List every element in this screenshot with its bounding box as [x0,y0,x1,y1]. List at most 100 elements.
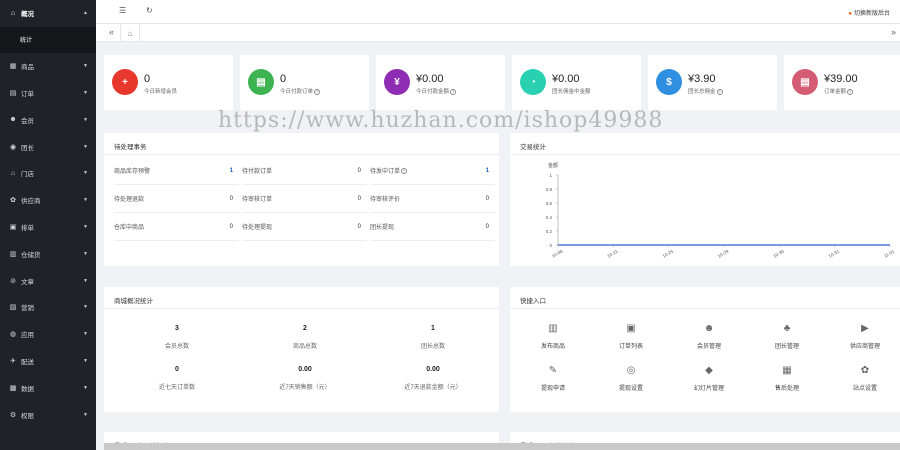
sidebar-item[interactable]: ▣ 排单 ▼ [0,214,96,241]
sidebar-item-label: 配送 [21,358,34,366]
todo-item[interactable]: 商品库存预警 1 [114,157,239,185]
sidebar-item[interactable]: ▥ 仓储货 ▼ [0,240,96,267]
chevron-icon: ▼ [83,197,88,204]
sidebar-item[interactable]: ▩ 数据 ▼ [0,374,96,401]
quick-entry-item[interactable]: ▥ 发布商品 [518,323,588,350]
quick-entry-item[interactable]: ♣ 团长管理 [752,323,822,350]
help-icon[interactable]: ? [314,88,321,95]
article-icon: ⊘ [10,277,16,285]
quick-entry-item[interactable]: ◆ 幻灯片管理 [674,365,744,392]
todo-item[interactable]: 待处理退款 0 [114,185,239,213]
operations-stat: 3 会员总数 [112,325,242,350]
todo-item-label: 待审核评价 [370,197,401,203]
quick-entry-label: 售后处理 [774,386,799,392]
quick-entry-item[interactable]: ✿ 站点设置 [830,365,900,392]
todo-item-value: 0 [485,223,489,230]
quick-entry-item[interactable]: ▶ 供应商管理 [830,323,900,350]
stat-value: ¥39.00 [824,73,858,85]
sidebar: ⌂ 概况 ▲ 统计 ▦ 商品 ▼ ▤ 订单 ▼ ☻ 会员 ▼ ◉ 团长 ▼ ⌂ 门店 ▼ ✿ 供应商 ▼ ▣ 排单 ▼ ▥ 仓储货 ▼… [0,0,96,450]
switch-new-admin-link[interactable]: ● 切换新版后台 [848,8,890,17]
sidebar-item[interactable]: ⚙ 权限 ▼ [0,401,96,428]
leader-manage-icon: ♣ [783,323,791,334]
home-icon: ⌂ [10,9,16,17]
sorting-icon: ▥ [9,250,17,258]
operations-stat-label: 团长总数 [420,344,445,350]
operations-stat: 0.00 近7天退款金额（元） [368,366,498,391]
sidebar-item[interactable]: ☻ 会员 ▼ [0,106,96,133]
quick-entry-label: 提现设置 [618,386,643,392]
todo-item-value: 0 [485,195,489,202]
chevron-icon: ▼ [83,304,88,311]
operations-stat-value: 0.00 [298,366,312,373]
sidebar-subitem-stats[interactable]: 统计 [0,26,96,53]
chevron-icon: ▼ [83,277,88,284]
operations-stat-value: 1 [431,325,435,332]
sidebar-item-label: 订单 [21,90,34,98]
help-icon[interactable]: ? [450,88,457,95]
member-icon: ☻ [9,116,17,124]
quick-entry-item[interactable]: ☻ 会员管理 [674,323,744,350]
quick-entry-label: 站点设置 [852,386,877,392]
todo-item-label: 待处理提现 [242,225,273,231]
chevron-icon: ▼ [83,411,88,418]
sidebar-item-label: 会员 [21,117,34,125]
tab-scroll-left-icon[interactable]: « [109,27,114,37]
todo-item[interactable]: 待审核评价 0 [370,185,495,213]
quick-entry-item[interactable]: ▣ 订单列表 [596,323,666,350]
todo-item[interactable]: 待发中订单? 1 [370,157,495,185]
stat-card: ◔ ¥0.00 团长佣金中金额 [512,55,641,110]
operations-stat: 0.00 近7天销售额（元） [240,366,370,391]
sidebar-item[interactable]: ▨ 营销 ▼ [0,294,96,321]
chevron-icon: ▲ [83,10,88,17]
help-icon[interactable]: ? [716,88,723,95]
todo-item-label: 仓库中商品 [114,225,145,231]
sidebar-item[interactable]: ◍ 应用 ▼ [0,321,96,348]
horizontal-scrollbar[interactable] [104,443,900,450]
tab-home[interactable]: ⌂ [120,24,140,42]
sidebar-item[interactable]: ▦ 商品 ▼ [0,53,96,80]
quick-entry-item[interactable]: ◎ 提现设置 [596,365,666,392]
stat-label-wrap: 今日付款金额? [416,87,457,95]
todo-item-value: 0 [357,167,361,174]
sidebar-item-label: 概况 [21,11,34,19]
stat-label: 团长佣金中金额 [552,89,591,95]
stat-card: $ ¥3.90 团长总佣金? [648,55,777,110]
stat-icon: $ [656,69,682,95]
sidebar-item[interactable]: ⌂ 门店 ▼ [0,160,96,187]
quick-entry-item[interactable]: ✎ 提现申请 [518,365,588,392]
sidebar-item[interactable]: ✈ 配送 ▼ [0,348,96,375]
sidebar-item[interactable]: ⊘ 文章 ▼ [0,267,96,294]
chevron-icon: ▼ [83,170,88,177]
stat-card: ▤ 0 今日付款订单? [240,55,369,110]
member-manage-icon: ☻ [703,323,715,334]
todo-item-label: 团长提现 [370,225,395,231]
y-tick-label: 0 [549,243,552,248]
help-icon[interactable]: ? [401,167,408,174]
chevron-icon: ▼ [83,223,88,230]
todo-item-value: 0 [229,195,233,202]
todo-item-label: 待付款订单 [242,169,273,175]
refresh-icon[interactable]: ↻ [146,6,153,15]
y-axis-label: 金额 [548,162,558,169]
quick-entry-label: 幻灯片管理 [693,386,724,392]
stat-icon: + [112,69,138,95]
sidebar-item[interactable]: ▤ 订单 ▼ [0,80,96,107]
menu-toggle-icon[interactable]: ☰ [119,6,126,15]
sidebar-item[interactable]: ⌂ 概况 ▲ [0,0,96,27]
todo-item[interactable]: 待付款订单 0 [242,157,367,185]
chevron-icon: ▼ [83,63,88,70]
sidebar-item[interactable]: ✿ 供应商 ▼ [0,187,96,214]
todo-item[interactable]: 团长提现 0 [370,213,495,241]
store-icon: ⌂ [10,169,16,177]
after-sale-icon: ▦ [782,365,792,376]
x-tick-label: 10-29 [717,248,730,258]
todo-item[interactable]: 仓库中商品 0 [114,213,239,241]
todo-item[interactable]: 待审核订单 0 [242,185,367,213]
todo-item[interactable]: 待处理提现 0 [242,213,367,241]
operations-stat: 0 近七天订单数 [112,366,242,391]
sidebar-item[interactable]: ◉ 团长 ▼ [0,133,96,160]
quick-entry-item[interactable]: ▦ 售后处理 [752,365,822,392]
help-icon[interactable]: ? [847,88,854,95]
tab-bar: « ⌂ » [96,24,900,42]
tab-scroll-right-icon[interactable]: » [891,27,896,37]
